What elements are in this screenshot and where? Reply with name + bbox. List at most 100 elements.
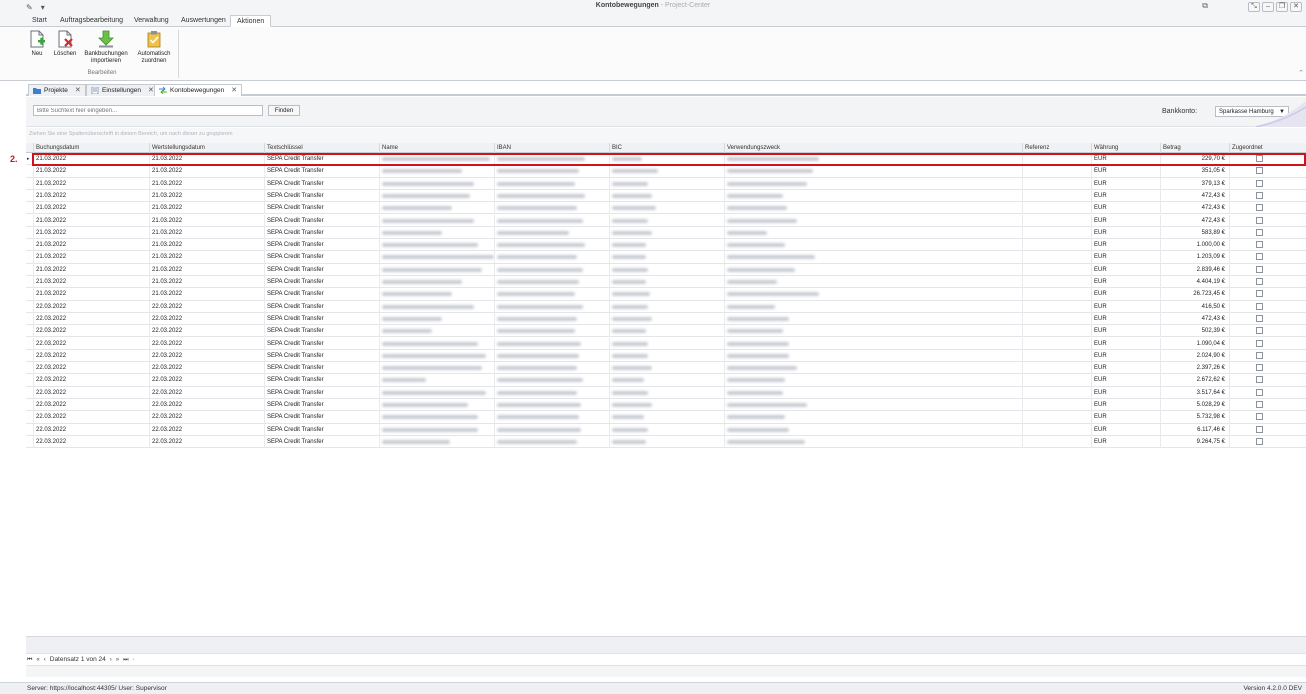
new-button[interactable]: Neu: [28, 30, 46, 58]
table-row[interactable]: 22.03.2022 22.03.2022 SEPA Credit Transfer…: [26, 312, 1306, 326]
row-indicator-icon: ▸: [27, 156, 30, 162]
table-row[interactable]: 22.03.2022 22.03.2022 SEPA Credit Transfer…: [26, 349, 1306, 363]
table-row[interactable]: 22.03.2022 22.03.2022 SEPA Credit Transfer…: [26, 399, 1306, 412]
ribbon-tab-auswertungen[interactable]: Auswertungen: [175, 15, 232, 27]
scroll-left-icon[interactable]: ‹: [133, 654, 135, 666]
ribbon-tab-aktionen[interactable]: Aktionen: [230, 15, 272, 27]
previous-page-icon[interactable]: «: [36, 654, 39, 666]
assigned-checkbox[interactable]: [1255, 401, 1263, 408]
assigned-checkbox[interactable]: [1255, 204, 1263, 212]
table-row[interactable]: 22.03.2022 22.03.2022 SEPA Credit Transfer…: [26, 374, 1306, 387]
table-row[interactable]: 21.03.2022 21.03.2022 SEPA Credit Transfer…: [26, 202, 1306, 215]
table-row[interactable]: 22.03.2022 22.03.2022 SEPA Credit Transfer…: [26, 411, 1306, 424]
assigned-checkbox[interactable]: [1255, 290, 1263, 298]
assigned-checkbox[interactable]: [1255, 302, 1263, 310]
table-row[interactable]: 21.03.2022 21.03.2022 SEPA Credit Transfer…: [26, 276, 1306, 289]
column-header-referenz[interactable]: Referenz: [1022, 143, 1091, 153]
assigned-checkbox[interactable]: [1255, 241, 1263, 249]
restore-icon[interactable]: ⤡: [1248, 2, 1260, 12]
cell-redacted: [379, 251, 494, 264]
assigned-checkbox[interactable]: [1255, 425, 1263, 433]
assigned-checkbox[interactable]: [1255, 339, 1263, 347]
assigned-checkbox[interactable]: [1255, 228, 1263, 236]
assigned-checkbox[interactable]: [1255, 191, 1263, 199]
redacted-text: [612, 378, 644, 383]
assigned-checkbox[interactable]: [1255, 388, 1263, 396]
table-row[interactable]: 21.03.2022 21.03.2022 SEPA Credit Transfer…: [26, 189, 1306, 203]
ribbon-tab-verwaltung[interactable]: Verwaltung: [128, 15, 175, 27]
assigned-checkbox[interactable]: [1255, 413, 1263, 421]
pin-icon[interactable]: ⧉: [1202, 1, 1208, 11]
assigned-checkbox[interactable]: [1255, 179, 1263, 187]
next-record-icon[interactable]: ›: [110, 654, 112, 666]
assigned-checkbox[interactable]: [1255, 437, 1263, 445]
doc-tab-einstellungen[interactable]: Einstellungen ✕: [86, 84, 159, 96]
column-header-zugeordnet[interactable]: Zugeordnet: [1229, 143, 1306, 153]
ribbon-tab-start[interactable]: Start: [26, 15, 53, 27]
redacted-text: [727, 427, 789, 432]
table-row[interactable]: 22.03.2022 22.03.2022 SEPA Credit Transfer…: [26, 362, 1306, 375]
table-row[interactable]: 21.03.2022 21.03.2022 SEPA Credit Transfer…: [26, 214, 1306, 227]
table-row[interactable]: 22.03.2022 22.03.2022 SEPA Credit Transfer…: [26, 423, 1306, 436]
table-row[interactable]: 22.03.2022 22.03.2022 SEPA Credit Transfer…: [26, 337, 1306, 350]
column-header-iban[interactable]: IBAN: [494, 143, 609, 153]
assigned-checkbox[interactable]: [1255, 376, 1263, 384]
first-record-icon[interactable]: ⏮: [27, 654, 32, 666]
assigned-checkbox[interactable]: [1255, 327, 1263, 335]
import-bank-bookings-button[interactable]: Bankbuchungen importieren: [82, 30, 130, 65]
assigned-checkbox[interactable]: [1255, 265, 1263, 273]
table-row[interactable]: 21.03.2022 21.03.2022 SEPA Credit Transfer…: [26, 288, 1306, 301]
cell-betrag: 2.672,62 €: [1160, 374, 1229, 387]
next-page-icon[interactable]: »: [116, 654, 119, 666]
column-header-verwendungszweck[interactable]: Verwendungszweck: [724, 143, 1022, 153]
auto-assign-button[interactable]: Automatisch zuordnen: [134, 30, 174, 65]
assigned-checkbox[interactable]: [1255, 351, 1263, 359]
table-row[interactable]: 21.03.2022 21.03.2022 SEPA Credit Transfer…: [26, 251, 1306, 264]
assigned-checkbox[interactable]: [1255, 364, 1263, 372]
last-record-icon[interactable]: ⏭: [123, 654, 128, 666]
assigned-checkbox[interactable]: [1255, 216, 1263, 224]
table-row[interactable]: 21.03.2022 21.03.2022 SEPA Credit Transfer…: [26, 239, 1306, 252]
close-tab-kontobewegungen-icon[interactable]: ✕: [231, 85, 237, 96]
column-header-textschluessel[interactable]: Textschlüssel: [264, 143, 379, 153]
table-row[interactable]: 22.03.2022 22.03.2022 SEPA Credit Transfer…: [26, 325, 1306, 338]
doc-tab-projekte[interactable]: Projekte ✕: [28, 84, 86, 96]
assigned-checkbox[interactable]: [1255, 314, 1263, 322]
redacted-text: [727, 280, 777, 284]
column-header-waehrung[interactable]: Währung: [1091, 143, 1160, 153]
close-icon[interactable]: ✕: [1290, 2, 1302, 12]
minimize-icon[interactable]: –: [1262, 2, 1274, 12]
column-header-buchungsdatum[interactable]: Buchungsdatum: [33, 143, 149, 153]
maximize-icon[interactable]: ❐: [1276, 2, 1288, 12]
cell-redacted: [379, 288, 494, 301]
cell-referenz: [1022, 399, 1091, 411]
horizontal-scrollbar[interactable]: [26, 665, 1306, 677]
find-button[interactable]: Finden: [268, 105, 300, 116]
previous-record-icon[interactable]: ‹: [44, 654, 46, 666]
table-row[interactable]: 21.03.2022 21.03.2022 SEPA Credit Transfer…: [26, 177, 1306, 190]
table-row[interactable]: 21.03.2022 21.03.2022 SEPA Credit Transfer…: [26, 226, 1306, 240]
assigned-checkbox[interactable]: [1255, 253, 1263, 261]
column-header-name[interactable]: Name: [379, 143, 494, 153]
assigned-checkbox[interactable]: [1255, 278, 1263, 285]
cell-waehrung: EUR: [1091, 263, 1160, 276]
redacted-text: [497, 378, 583, 383]
collapse-ribbon-icon[interactable]: ⌃: [1298, 69, 1304, 77]
ribbon-tab-auftragsbearbeitung[interactable]: Auftragsbearbeitung: [54, 15, 129, 27]
doc-tab-kontobewegungen[interactable]: Kontobewegungen ✕: [154, 84, 243, 96]
column-header-betrag[interactable]: Betrag: [1160, 143, 1229, 153]
assigned-checkbox[interactable]: [1255, 167, 1263, 175]
cell-waehrung: EUR: [1091, 189, 1160, 202]
table-row[interactable]: 22.03.2022 22.03.2022 SEPA Credit Transfer…: [26, 435, 1306, 449]
column-header-wertstellungsdatum[interactable]: Wertstellungsdatum: [149, 143, 264, 153]
group-by-panel[interactable]: Ziehen Sie eine Spaltenüberschrift in di…: [26, 128, 1306, 143]
column-header-bic[interactable]: BIC: [609, 143, 724, 153]
close-tab-projekte-icon[interactable]: ✕: [75, 85, 81, 96]
doc-tab-einstellungen-label: Einstellungen: [102, 87, 142, 94]
table-row[interactable]: 21.03.2022 21.03.2022 SEPA Credit Transfer…: [26, 165, 1306, 178]
table-row[interactable]: 21.03.2022 21.03.2022 SEPA Credit Transfer…: [26, 263, 1306, 276]
table-row[interactable]: 22.03.2022 22.03.2022 SEPA Credit Transfer…: [26, 300, 1306, 313]
search-input[interactable]: [33, 105, 263, 116]
delete-button[interactable]: Löschen: [52, 30, 78, 58]
table-row[interactable]: 22.03.2022 22.03.2022 SEPA Credit Transfer…: [26, 386, 1306, 399]
